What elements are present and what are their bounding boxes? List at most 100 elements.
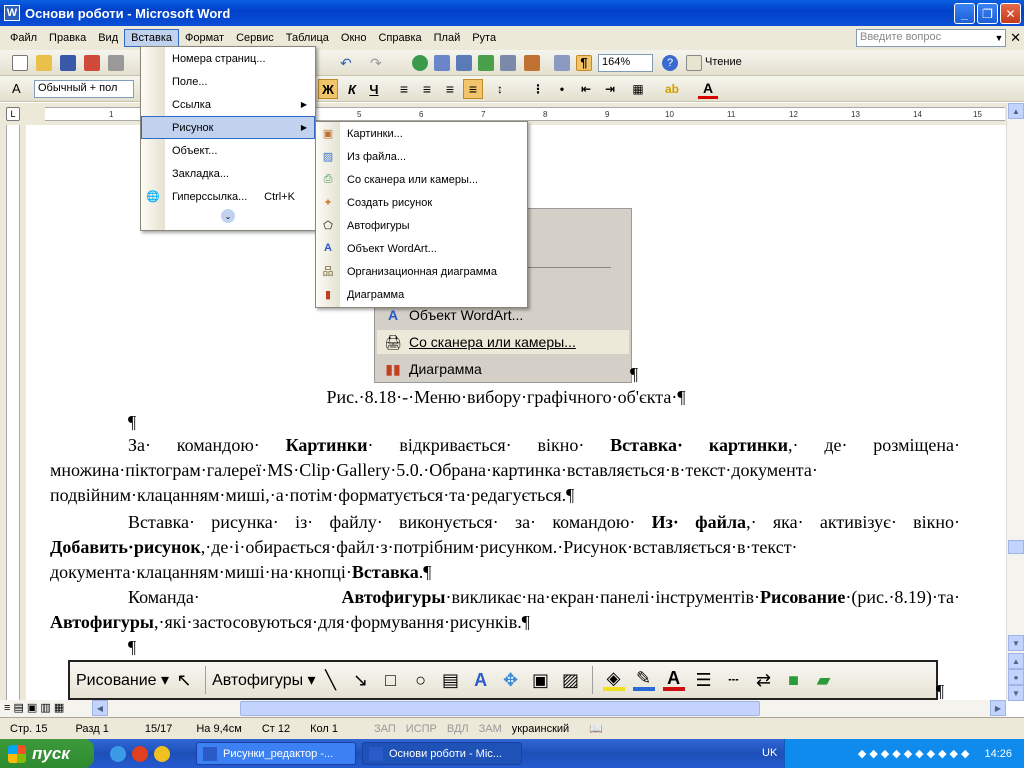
save-icon[interactable]	[60, 55, 76, 71]
pilcrow: ¶	[630, 364, 639, 384]
scroll-left-icon[interactable]: ◀	[92, 700, 108, 716]
submenu-item-autoshapes[interactable]: ⬠ Автофигуры	[316, 214, 527, 237]
close-button[interactable]: ✕	[1000, 3, 1021, 24]
print-icon[interactable]	[108, 55, 124, 71]
vertical-scrollbar[interactable]: ▲ ▼ ▲ ● ▼	[1006, 103, 1024, 701]
restore-button[interactable]: ❐	[977, 3, 998, 24]
status-rec[interactable]: ЗАП	[374, 723, 396, 735]
menu-item-page-numbers[interactable]: Номера страниц...	[141, 47, 315, 70]
menu-item-object[interactable]: Объект...	[141, 139, 315, 162]
submenu-item-chart[interactable]: ▮ Диаграмма	[316, 283, 527, 306]
submenu-item-from-file[interactable]: ▨ Из файла...	[316, 145, 527, 168]
spelling-icon[interactable]: 📖	[589, 722, 603, 735]
menu-item-bookmark[interactable]: Закладка...	[141, 162, 315, 185]
menu-file[interactable]: Файл	[4, 30, 43, 46]
drawing-icon[interactable]	[524, 55, 540, 71]
line-spacing-icon[interactable]: ↕	[490, 79, 510, 99]
browse-object-icon[interactable]: ●	[1008, 669, 1024, 685]
redo-icon[interactable]: ↷	[370, 55, 386, 71]
previous-page-icon[interactable]: ▲	[1008, 653, 1024, 669]
undo-icon[interactable]: ↶	[340, 55, 356, 71]
ruler-number: 9	[605, 110, 610, 119]
new-document-icon[interactable]	[12, 55, 28, 71]
language-indicator[interactable]: UK	[762, 747, 777, 759]
menu-format[interactable]: Формат	[179, 30, 230, 46]
bullets-icon[interactable]: •	[552, 79, 572, 99]
menu-window[interactable]: Окно	[335, 30, 373, 46]
highlight-icon[interactable]: ab	[662, 79, 682, 99]
bold-button[interactable]: Ж	[318, 79, 338, 99]
menu-item-hyperlink[interactable]: 🌐 Гиперссылка... Ctrl+K	[141, 185, 315, 208]
italic-button[interactable]: К	[342, 79, 362, 99]
menu-view[interactable]: Вид	[92, 30, 124, 46]
menu-ruta[interactable]: Рута	[466, 30, 502, 46]
tab-selector-icon[interactable]: L	[6, 107, 20, 121]
help-dropdown-icon[interactable]: ▼	[992, 29, 1006, 47]
next-page-icon[interactable]: ▼	[1008, 685, 1024, 701]
submenu-item-clipart[interactable]: ▣ Картинки...	[316, 122, 527, 145]
underline-button[interactable]: Ч	[364, 79, 384, 99]
menu-insert[interactable]: Вставка	[124, 29, 180, 47]
style-select[interactable]: Обычный + пол	[34, 80, 134, 98]
justify-icon[interactable]: ≡	[463, 79, 483, 99]
taskbar-item-2[interactable]: Основи роботи - Mic...	[362, 742, 522, 765]
status-at: На 9,4см	[196, 722, 242, 735]
align-center-icon[interactable]: ≡	[417, 79, 437, 99]
tray-icons[interactable]: ◆◆◆◆◆◆◆◆◆◆	[858, 747, 973, 760]
menu-edit[interactable]: Правка	[43, 30, 92, 46]
show-formatting-icon[interactable]: ¶	[576, 55, 592, 71]
scroll-right-icon[interactable]: ▶	[990, 700, 1006, 716]
zoom-select[interactable]: 164%	[598, 54, 653, 72]
font-color-icon[interactable]: A	[698, 79, 718, 99]
align-left-icon[interactable]: ≡	[394, 79, 414, 99]
submenu-item-scanner[interactable]: ⎙ Со сканера или камеры...	[316, 168, 527, 191]
close-document-icon[interactable]: ✕	[1010, 30, 1021, 46]
menu-item-field[interactable]: Поле...	[141, 70, 315, 93]
columns-icon[interactable]	[500, 55, 516, 71]
submenu-item-org-chart[interactable]: 品 Организационная диаграмма	[316, 260, 527, 283]
status-language[interactable]: украинский	[512, 723, 569, 735]
menu-table[interactable]: Таблица	[280, 30, 335, 46]
insert-table-icon[interactable]	[456, 55, 472, 71]
status-ext[interactable]: ВДЛ	[447, 723, 469, 735]
quicklaunch-opera-icon[interactable]	[132, 746, 148, 762]
styles-pane-icon[interactable]: A	[12, 81, 28, 97]
tables-borders-icon[interactable]	[434, 55, 450, 71]
borders-icon[interactable]: ▦	[628, 79, 648, 99]
menu-help[interactable]: Справка	[372, 30, 427, 46]
view-buttons[interactable]: ≡ ▤ ▣ ▥ ▦	[4, 701, 64, 714]
permission-icon[interactable]	[84, 55, 100, 71]
menu-tools[interactable]: Сервис	[230, 30, 280, 46]
submenu-item-new-drawing[interactable]: ✦ Создать рисунок	[316, 191, 527, 214]
menu-item-reference[interactable]: Ссылка ▶	[141, 93, 315, 116]
quicklaunch-ie-icon[interactable]	[110, 746, 126, 762]
expand-menu-icon[interactable]: ⌄	[141, 208, 315, 224]
decrease-indent-icon[interactable]: ⇤	[576, 79, 596, 99]
menu-item-picture[interactable]: Рисунок ▶	[141, 116, 315, 139]
taskbar-item-1[interactable]: Рисунки_редактор -...	[196, 742, 356, 765]
quicklaunch-winamp-icon[interactable]	[154, 746, 170, 762]
minimize-button[interactable]: _	[954, 3, 975, 24]
scroll-thumb[interactable]	[1008, 540, 1024, 554]
insert-excel-icon[interactable]	[478, 55, 494, 71]
open-folder-icon[interactable]	[36, 55, 52, 71]
horizontal-scrollbar[interactable]: ≡ ▤ ▣ ▥ ▦ ◀ ▶	[0, 700, 1006, 717]
scroll-down-icon[interactable]: ▼	[1008, 635, 1024, 651]
submenu-item-wordart[interactable]: A Объект WordArt...	[316, 237, 527, 260]
reading-button-label[interactable]: Чтение	[705, 56, 742, 68]
increase-indent-icon[interactable]: ⇥	[600, 79, 620, 99]
document-map-icon[interactable]	[554, 55, 570, 71]
hyperlink-icon[interactable]	[412, 55, 428, 71]
scroll-up-icon[interactable]: ▲	[1008, 103, 1024, 119]
status-ovr[interactable]: ЗАМ	[479, 723, 502, 735]
h-scroll-thumb[interactable]	[240, 701, 760, 716]
reading-layout-icon[interactable]	[686, 55, 702, 71]
start-button[interactable]: пуск	[0, 739, 94, 768]
menu-plai[interactable]: Плай	[428, 30, 467, 46]
word-app-icon[interactable]: W	[4, 5, 20, 21]
numbering-icon[interactable]: ⋮	[528, 79, 548, 99]
status-trk[interactable]: ИСПР	[406, 723, 437, 735]
help-search-input[interactable]: Введите вопрос	[856, 29, 1006, 47]
align-right-icon[interactable]: ≡	[440, 79, 460, 99]
help-icon[interactable]: ?	[662, 55, 678, 71]
